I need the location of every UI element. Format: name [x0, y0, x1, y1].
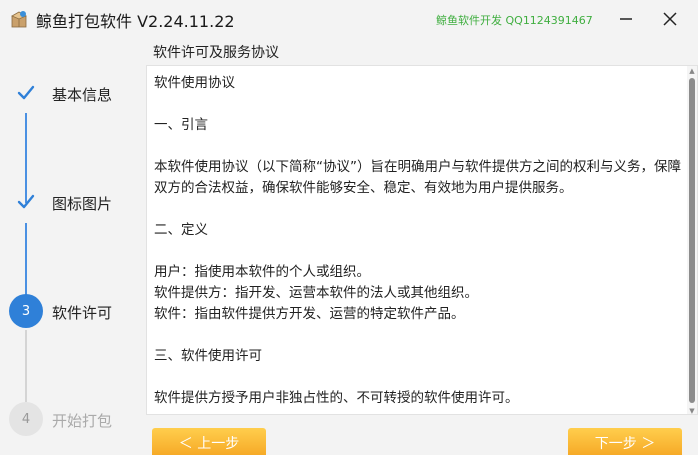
close-icon[interactable] — [657, 6, 683, 32]
license-agreement-text: 软件使用协议 一、引言 本软件使用协议（以下简称“协议”）旨在明确用户与软件提供… — [154, 73, 686, 409]
title-bar: 鲸鱼打包软件 V2.24.11.22 鲸鱼软件开发 QQ1124391467 — [0, 0, 698, 38]
agreement-heading: 软件使用协议 — [154, 75, 235, 91]
step-1-check-icon — [9, 76, 43, 110]
definition-provider: 软件提供方：指开发、运营本软件的法人或其他组织。 — [154, 285, 478, 301]
section-3-title: 三、软件使用许可 — [154, 348, 262, 364]
step-1-label[interactable]: 基本信息 — [52, 84, 112, 105]
section-title: 软件许可及服务协议 — [153, 45, 279, 61]
step-sidebar: 基本信息 图标图片 3 软件许可 4 开始打包 — [0, 38, 140, 455]
license-agreement-box[interactable]: 软件使用协议 一、引言 本软件使用协议（以下简称“协议”）旨在明确用户与软件提供… — [146, 65, 698, 415]
step-4-label[interactable]: 开始打包 — [52, 410, 112, 431]
step-2-label[interactable]: 图标图片 — [52, 193, 112, 214]
scroll-down-icon[interactable]: ▼ — [687, 406, 697, 414]
section-1-text: 本软件使用协议（以下简称“协议”）旨在明确用户与软件提供方之间的权利与义务，保障… — [154, 159, 681, 196]
step-3-number: 3 — [9, 294, 43, 328]
section-1-title: 一、引言 — [154, 117, 208, 133]
vertical-scrollbar[interactable]: ▲ ▼ — [687, 66, 697, 414]
step-4-number: 4 — [9, 402, 43, 436]
definition-software: 软件：指由软件提供方开发、运营的特定软件产品。 — [154, 306, 465, 322]
minimize-icon[interactable] — [613, 6, 639, 32]
section-3-text: 软件提供方授予用户非独占性的、不可转授的软件使用许可。 — [154, 390, 519, 406]
window-title: 鲸鱼打包软件 V2.24.11.22 — [36, 12, 235, 31]
step-3-label[interactable]: 软件许可 — [52, 302, 112, 323]
previous-step-button[interactable]: ＜ 上一步 — [152, 428, 266, 455]
section-2-title: 二、定义 — [154, 222, 208, 238]
next-step-button[interactable]: 下一步 ＞ — [568, 428, 682, 455]
app-logo-icon — [11, 11, 27, 28]
step-2-check-icon — [9, 185, 43, 219]
scroll-up-icon[interactable]: ▲ — [687, 66, 697, 76]
step-connector — [25, 330, 27, 402]
scrollbar-thumb[interactable] — [689, 78, 695, 403]
definition-user: 用户：指使用本软件的个人或组织。 — [154, 264, 370, 280]
developer-info: 鲸鱼软件开发 QQ1124391467 — [436, 14, 593, 27]
